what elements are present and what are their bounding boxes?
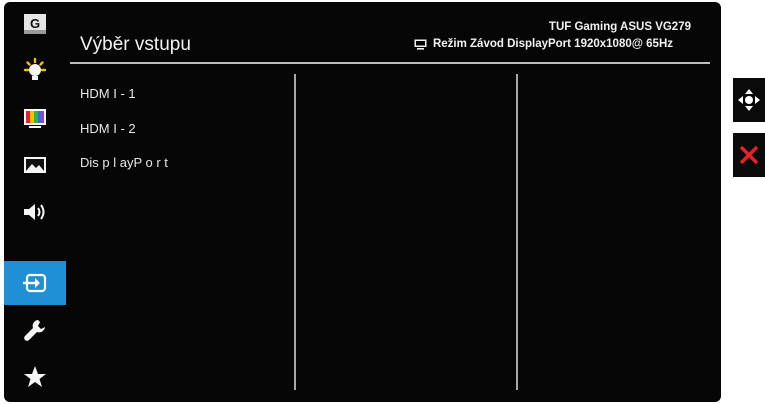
osd-window: G Výběr vstupu TUF Gaming ASUS VG279 Rež… — [4, 2, 721, 402]
system-setup-icon — [24, 320, 45, 341]
column-divider — [516, 74, 518, 390]
sidebar-item-color[interactable] — [4, 96, 66, 140]
menu-item-hdmi-1[interactable]: HDM I - 1 — [80, 86, 136, 101]
monitor-icon — [414, 39, 427, 50]
model-name: TUF Gaming ASUS VG279 — [548, 21, 691, 33]
sidebar: G — [4, 2, 66, 402]
input-select-icon — [23, 273, 47, 293]
close-button[interactable] — [733, 133, 765, 177]
column-divider — [294, 74, 296, 390]
color-icon — [24, 109, 46, 128]
blue-light-filter-icon — [23, 57, 47, 80]
sidebar-item-my-favorite[interactable] — [4, 355, 66, 399]
sidebar-item-system-setup[interactable] — [4, 308, 66, 352]
close-icon — [739, 145, 759, 165]
my-favorite-icon — [24, 366, 46, 387]
header-divider — [70, 62, 710, 64]
image-icon — [24, 157, 46, 173]
navigate-icon — [738, 89, 760, 111]
sidebar-item-gamevisual[interactable]: G — [4, 2, 66, 46]
sidebar-item-image[interactable] — [4, 143, 66, 187]
page-title: Výběr vstupu — [80, 34, 191, 55]
menu-item-hdmi-2[interactable]: HDM I - 2 — [80, 121, 136, 136]
status-info: Režim Závod DisplayPort 1920x1080@ 65Hz — [414, 38, 673, 50]
sound-icon — [24, 204, 45, 220]
status-text: Režim Závod DisplayPort 1920x1080@ 65Hz — [432, 38, 673, 50]
menu-item-displayport[interactable]: Dis p l ayP o r t — [80, 155, 168, 170]
svg-text:G: G — [30, 16, 40, 31]
sidebar-item-sound[interactable] — [4, 190, 66, 234]
navigate-button[interactable] — [733, 78, 765, 122]
sidebar-item-input-select[interactable] — [4, 261, 66, 305]
sidebar-item-blue-light[interactable] — [4, 49, 66, 93]
gamevisual-icon: G — [24, 14, 46, 34]
